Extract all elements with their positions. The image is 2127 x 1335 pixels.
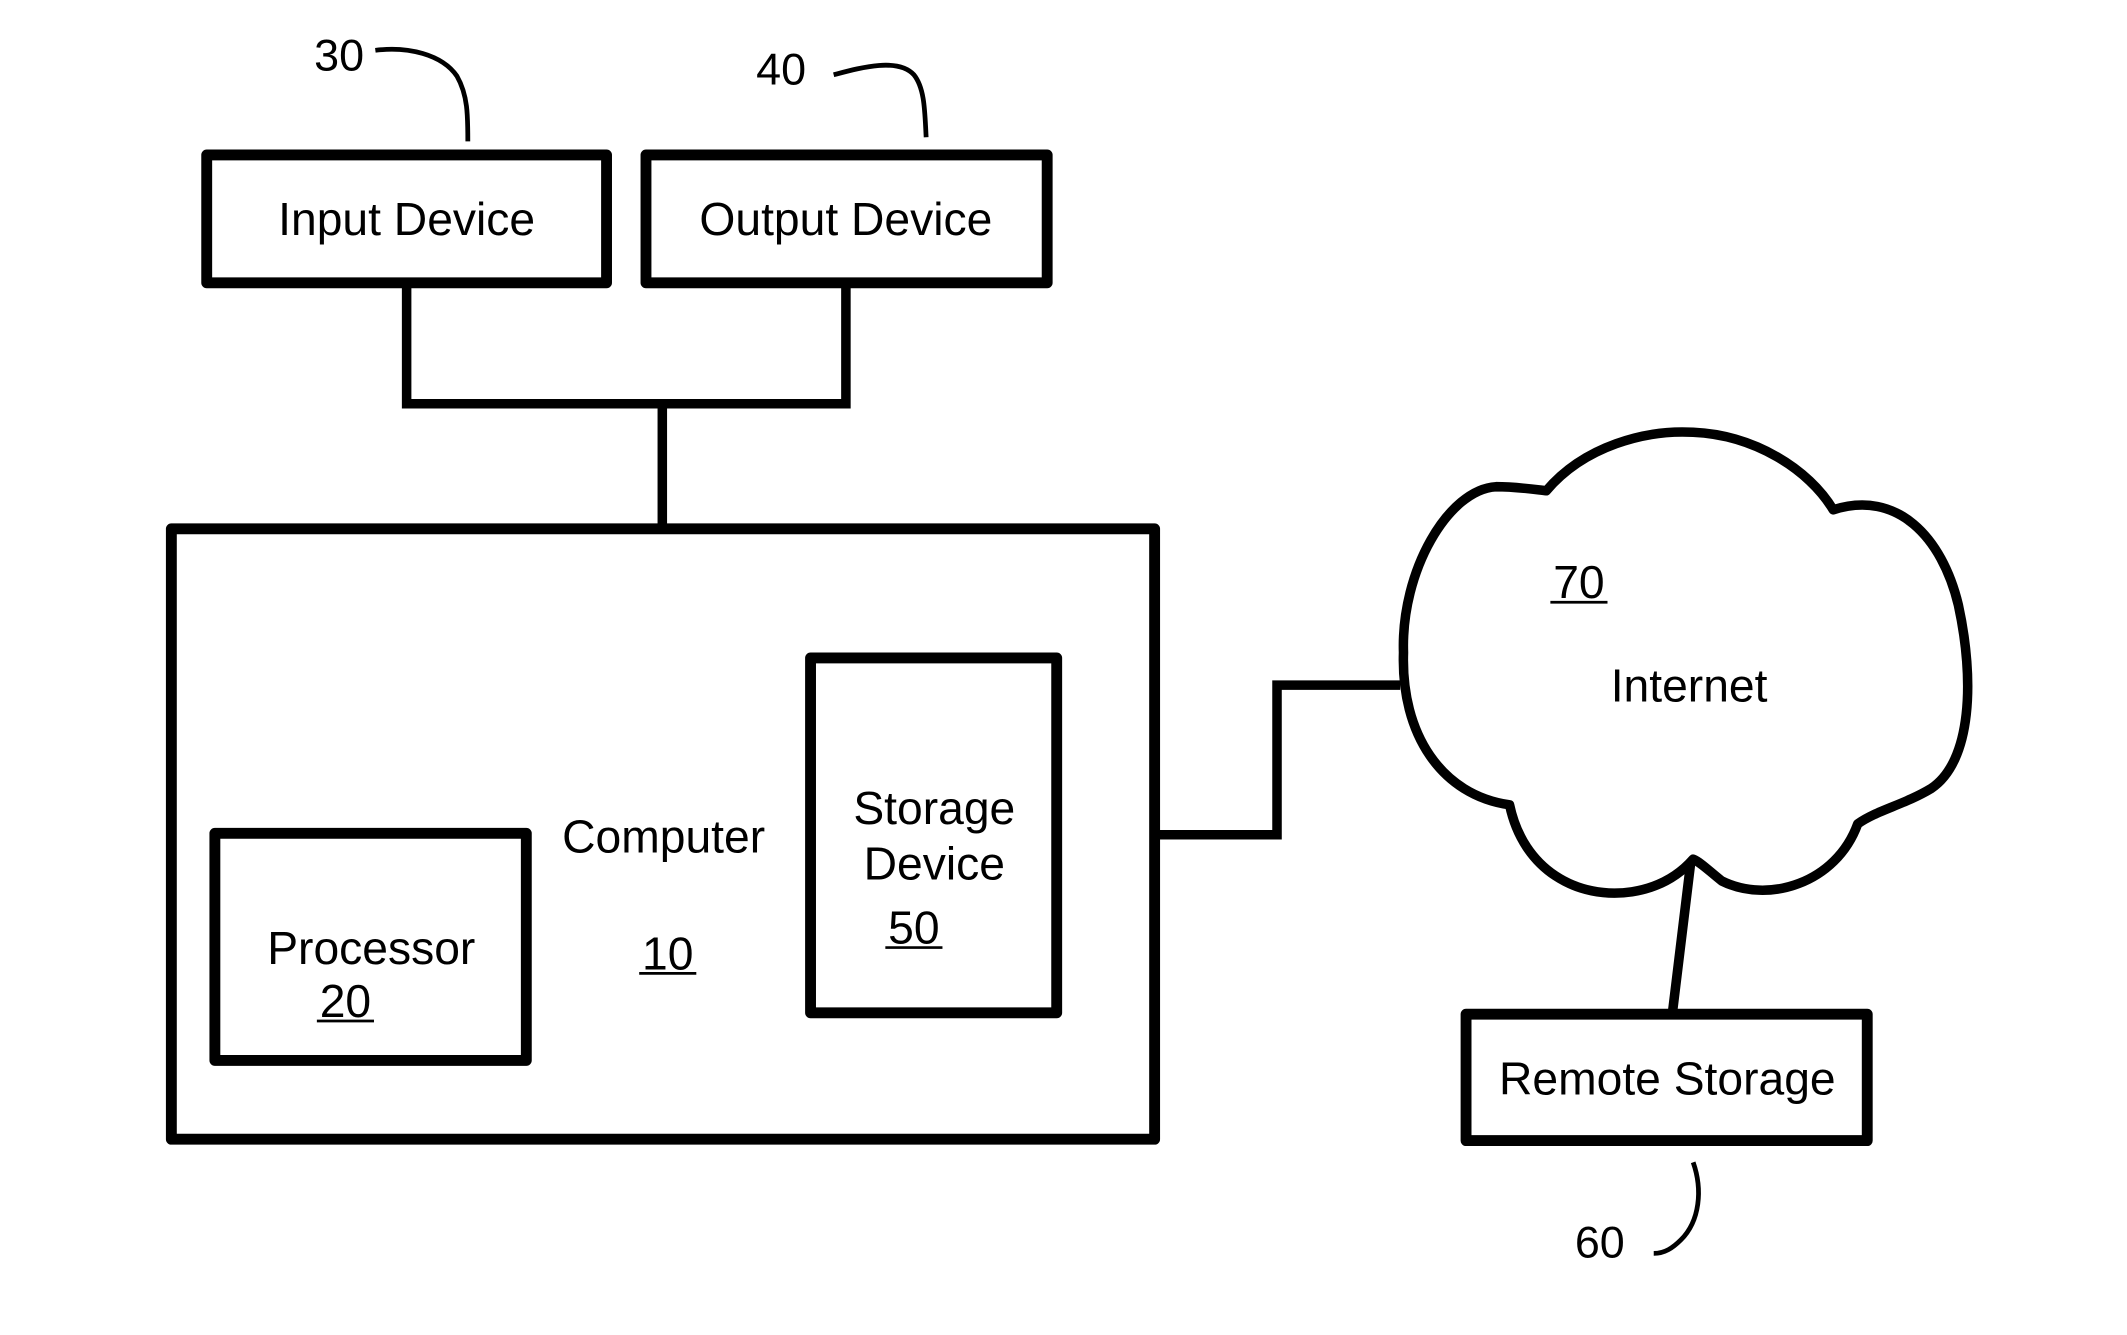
internet-label: Internet [1611,659,1768,711]
remote-storage-label: Remote Storage [1499,1052,1836,1104]
computer-to-internet-wire [1152,680,1401,840]
processor-ref: 20 [320,975,371,1027]
internet-ref: 70 [1553,556,1604,608]
input-to-bus-wire [401,280,668,409]
processor-label: Processor [267,922,475,974]
computer-label: Computer [562,810,765,862]
storage-device-ref: 50 [888,901,939,953]
storage-device-box [805,652,1063,1019]
storage-device-node: Storage Device 50 [805,652,1063,1019]
processor-node: Processor 20 [209,827,532,1066]
input-device-label: Input Device [278,193,535,245]
ref-60-label: 60 [1575,1217,1625,1268]
storage-device-label-line2: Device [864,838,1005,890]
output-device-label: Output Device [699,193,992,245]
internet-to-remote-storage-wire [1667,859,1696,1016]
ref-30-label: 30 [314,30,364,81]
input-device-node: Input Device [201,149,612,289]
computer-node: Computer 10 Processor 20 Storage Device … [165,523,1161,1145]
ref-60-leader [1653,1161,1701,1256]
output-to-bus-wire [657,280,851,409]
internet-node: 70 Internet [1398,427,1973,898]
ref-40-leader [833,62,929,138]
computer-ref: 10 [642,927,693,979]
remote-storage-node: Remote Storage [1460,1008,1873,1147]
output-device-node: Output Device [640,149,1053,289]
ref-40-label: 40 [756,43,806,94]
storage-device-label-line1: Storage [853,782,1015,834]
ref-30-leader [375,46,471,142]
system-diagram: 30 40 60 Input Device Output Device Comp… [165,30,1973,1268]
